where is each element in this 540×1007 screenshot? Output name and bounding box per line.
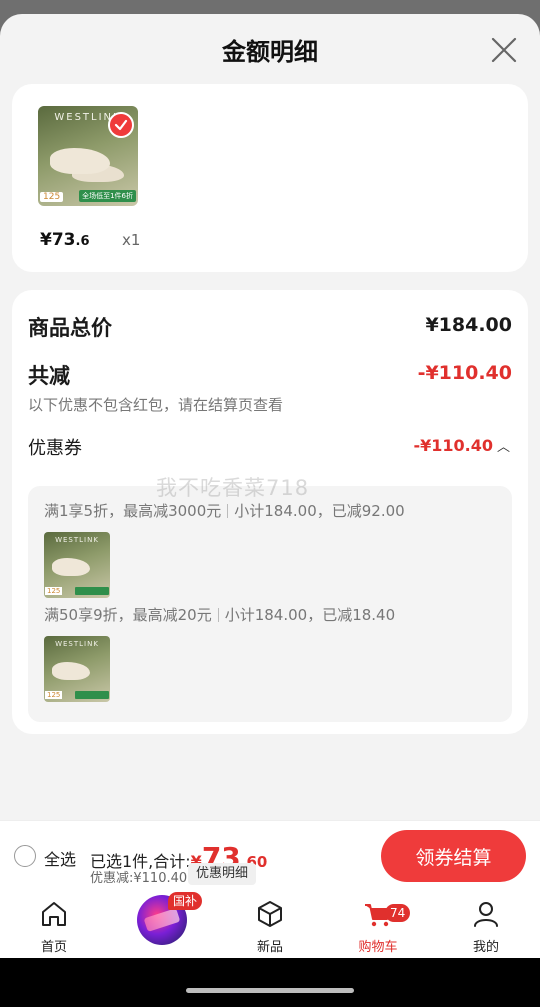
tab-label: 首页 — [40, 940, 67, 955]
total-price-label: 商品总价 — [28, 316, 112, 340]
home-icon — [42, 902, 66, 926]
tab-home[interactable]: 首页 — [14, 892, 94, 958]
reduce-label: 共减 — [28, 364, 70, 388]
divider — [217, 608, 219, 622]
tab-label: 购物车 — [358, 940, 398, 955]
product-brand: WESTLINK — [55, 640, 99, 648]
thumb-price: 125 — [45, 691, 63, 699]
coupon-product-thumbnail[interactable]: WESTLINK 125 — [44, 636, 110, 702]
thumb-promo: 全场低至1件6折 — [79, 190, 136, 202]
coupon-toggle[interactable]: -¥110.40 ︿ — [413, 436, 510, 455]
close-button[interactable] — [490, 36, 518, 64]
sheet-header: 金额明细 — [0, 14, 540, 84]
tab-new[interactable]: 新品 — [230, 892, 310, 958]
tab-cart[interactable]: 购物车 — [338, 892, 418, 958]
divider — [227, 504, 229, 518]
shoe-image — [52, 662, 90, 680]
promo-tag — [75, 691, 109, 699]
product-thumbnail[interactable]: WESTLINK 125 全场低至1件6折 — [38, 106, 138, 206]
coupon-product-thumbnail[interactable]: WESTLINK 125 — [44, 532, 110, 598]
promo-badge: 国补 — [168, 892, 203, 910]
bottom-tab-bar: 首页 国补 新品 购物车 74 我的 — [0, 892, 540, 958]
promo-tag — [75, 587, 109, 595]
product-card: WESTLINK 125 全场低至1件6折 ¥73.6 x1 — [12, 84, 528, 272]
thumb-price: 125 — [40, 192, 64, 202]
checkout-button[interactable]: 领券结算 — [381, 830, 526, 882]
coupon-calc-text: 小计184.00，已减92.00 — [234, 502, 405, 520]
coupon-calc-text: 小计184.00，已减18.40 — [224, 606, 396, 624]
watermark: 我不吃香菜718 — [156, 476, 310, 500]
tab-label: 新品 — [256, 940, 283, 955]
coupon-rule-1: 满1享5折，最高减3000元 小计184.00，已减92.00 — [44, 500, 405, 521]
check-icon — [108, 112, 134, 138]
select-all-checkbox[interactable] — [14, 845, 36, 867]
coupon-label: 优惠券 — [28, 438, 82, 459]
cube-icon — [258, 901, 282, 927]
system-gesture-area — [0, 958, 540, 1007]
reduce-value: -¥110.40 — [417, 362, 512, 384]
reduce-note: 以下优惠不包含红包，请在结算页查看 — [28, 396, 284, 414]
thumb-price: 125 — [45, 587, 63, 595]
coupon-value: -¥110.40 — [413, 436, 493, 455]
coupon-rule-text: 满50享9折，最高减20元 — [44, 606, 212, 624]
sheet-title: 金额明细 — [222, 38, 318, 66]
tab-label: 我的 — [472, 940, 499, 955]
total-price-value: ¥184.00 — [425, 314, 512, 336]
product-brand: WESTLINK — [55, 536, 99, 544]
product-quantity: x1 — [122, 231, 141, 249]
chevron-up-icon: ︿ — [496, 440, 510, 455]
select-all-label[interactable]: 全选 — [44, 846, 76, 870]
tab-mine[interactable]: 我的 — [446, 892, 526, 958]
discount-text: 优惠减:¥110.40 — [90, 871, 188, 886]
coupon-rule-text: 满1享5折，最高减3000元 — [44, 502, 222, 520]
home-indicator[interactable] — [186, 988, 354, 993]
shoe-image — [50, 148, 110, 174]
checkout-bar: 全选 已选1件,合计:¥73.60 优惠减:¥110.40 优惠明细 领券结算 — [0, 820, 540, 892]
person-icon — [474, 902, 498, 927]
coupon-panel: 满1享5折，最高减3000元 小计184.00，已减92.00 WESTLINK … — [28, 486, 512, 722]
price-main: ¥73 — [40, 230, 76, 250]
cart-count-badge: 74 — [385, 904, 411, 922]
coupon-rule-2: 满50享9折，最高减20元 小计184.00，已减18.40 — [44, 604, 395, 625]
price-detail-card: 商品总价 ¥184.00 共减 -¥110.40 以下优惠不包含红包，请在结算页… — [12, 290, 528, 734]
close-icon — [491, 37, 517, 63]
price-decimal: .6 — [75, 234, 90, 249]
product-price: ¥73.6 — [40, 230, 89, 250]
shoe-image — [52, 558, 90, 576]
discount-detail-button[interactable]: 优惠明细 — [188, 863, 257, 885]
